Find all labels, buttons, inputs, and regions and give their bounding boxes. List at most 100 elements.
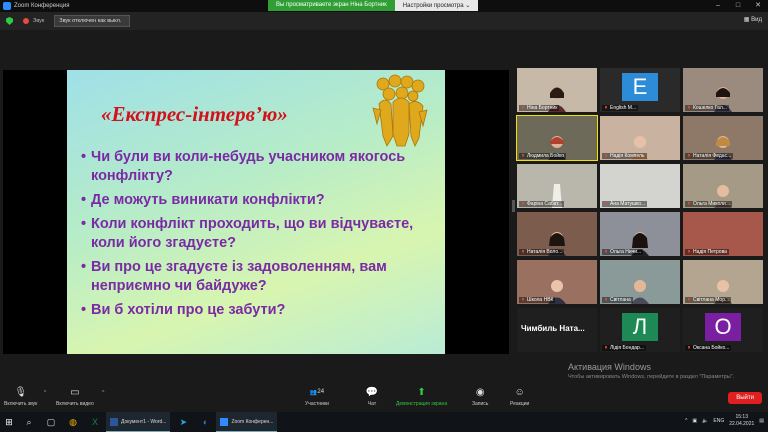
activation-subtitle: Чтобы активировать Windows, перейдите в … [568,374,735,380]
chrome-icon[interactable]: ◍ [62,412,84,432]
zoom-icon [220,417,229,426]
viewing-screen-label: Вы просматриваете экран Ніна Бортник [268,0,395,11]
video-options-chevron-icon[interactable]: ^ [102,390,104,396]
muted-mic-icon [688,297,690,301]
clock-time: 15:13 [735,414,748,420]
participant-name: Наталія Федас... [693,153,732,159]
presentation-slide: «Експрес-інтерв’ю» Чи були ви коли-небуд… [67,70,445,354]
participants-button[interactable]: 👥 24 Участники [305,386,329,407]
muted-mic-icon [605,105,607,109]
volume-icon[interactable]: 🔈 [702,418,708,424]
participant-tile[interactable]: Ніна Бортник [517,68,597,112]
window-title: Zoom Конференция [14,3,70,9]
network-icon[interactable]: ▣ [692,418,697,424]
taskbar-zoom-app[interactable]: Zoom Конферен... [216,412,278,432]
participant-tile[interactable]: Л Лідія Бондар... [600,308,680,352]
participant-name: Світлана Мор... [693,297,730,303]
participant-name: Чимбиль Ната... [521,324,585,333]
system-tray: ^ ▣ 🔈 ENG 15:13 22.04.2021 ▤ [685,414,764,428]
unmute-button[interactable]: 🎙 Включить звук [4,386,37,408]
participant-tile[interactable]: Школа НВК [517,260,597,304]
close-button[interactable]: ✕ [748,0,768,12]
record-indicator-icon [23,18,29,24]
audio-status-select[interactable]: Звук отключен как выкл. [54,15,131,27]
slide-bullet-list: Чи були ви коли-небудь учасником якогось… [81,148,431,325]
participant-tile[interactable]: Світлана Мор... [683,260,763,304]
record-button[interactable]: ◉ Запись [472,386,488,408]
slide-bullet: Ви б хотіли про це забути? [81,301,431,320]
edge-icon[interactable]: ◐ [194,412,216,432]
participant-tile[interactable]: E English M... [600,68,680,112]
participant-name: Фаріна Сабат... [527,201,563,207]
muted-mic-icon [688,153,690,157]
slide-bullet: Ви про це згадуєте із задоволенням, вам … [81,258,431,296]
talking-label: Звук [33,18,45,24]
muted-mic-icon [688,201,690,205]
participant-tile[interactable]: Кошелко Гал... [683,68,763,112]
muted-mic-icon [688,345,690,349]
clock[interactable]: 15:13 22.04.2021 [729,414,754,428]
participant-name: Надія Компель [610,153,645,159]
participant-tile[interactable]: Ана Матушко... [600,164,680,208]
reactions-button[interactable]: ☺ Реакции [510,386,529,408]
participant-tile[interactable]: Фаріна Сабат... [517,164,597,208]
maximize-button[interactable]: □ [728,0,748,12]
tray-overflow-icon[interactable]: ^ [685,418,687,424]
participant-avatar-letter: О [705,313,741,341]
muted-mic-icon [522,153,524,157]
participant-tile[interactable]: Світлана [600,260,680,304]
language-indicator[interactable]: ENG [713,418,724,424]
video-off-icon: ▭ [70,386,80,398]
clock-date: 22.04.2021 [729,421,755,427]
muted-mic-icon [688,249,690,253]
audio-options-chevron-icon[interactable]: ^ [44,390,46,396]
participant-tile[interactable]: Надія Петрова [683,212,763,256]
muted-mic-icon [605,249,607,253]
share-screen-icon: ⬆ [417,386,426,398]
chat-icon: 💬 [365,386,379,398]
windows-start-icon[interactable]: ⊞ [0,412,18,432]
telegram-icon[interactable]: ➤ [172,412,194,432]
meeting-toolbar: 🎙 Включить звук ^ ▭ Включить видео ^ 👥 24 Уч… [0,384,768,412]
participant-name: Ольга Ничи... [610,249,642,255]
start-video-button[interactable]: ▭ Включить видео [56,386,94,408]
slide-bullet: Де можуть виникати конфлікти? [81,191,431,210]
chat-button[interactable]: 💬 Чат [365,386,379,408]
participant-avatar-letter: E [622,73,658,101]
share-banner: Вы просматриваете экран Ніна Бортник Нас… [268,0,479,11]
search-icon[interactable]: ⌕ [18,412,40,432]
participant-tile[interactable]: Наталія Федас... [683,116,763,160]
participant-name: Школа НВК [527,297,554,303]
participant-tile[interactable]: Ольга Ничи... [600,212,680,256]
participant-name: Людмила Бойко [527,153,565,159]
view-button[interactable]: ▦ Вид [744,16,762,23]
participant-gallery: Ніна Бортник E English M... Кошелко Гал..… [516,68,767,358]
windows-activation-watermark: Активация Windows Чтобы активировать Win… [568,362,748,381]
participant-tile[interactable]: О Оксана Бойко... [683,308,763,352]
split-resize-handle[interactable] [512,200,515,212]
participant-name: Ніна Бортник [527,105,558,111]
task-view-icon[interactable]: ▢ [40,412,62,432]
muted-mic-icon [522,297,524,301]
participant-name: Наталія Воло... [527,249,563,255]
notifications-icon[interactable]: ▤ [759,418,764,424]
participant-tile-active-speaker[interactable]: Людмила Бойко [516,115,598,161]
excel-icon[interactable]: X [84,412,106,432]
leave-meeting-button[interactable]: Выйти [728,392,762,404]
participant-tile[interactable]: Ольга Миколи... [683,164,763,208]
minimize-button[interactable]: – [708,0,728,12]
muted-mic-icon [605,345,607,349]
participant-tile[interactable]: Наталія Воло... [517,212,597,256]
view-options-button[interactable]: Настройки просмотра ⌄ [394,0,479,11]
participant-name: Ана Матушко... [610,201,646,207]
participant-tile[interactable]: Чимбиль Ната... [517,308,597,352]
taskbar-word-app[interactable]: Документ1 - Word... [106,412,171,432]
security-shield-icon[interactable] [6,17,13,25]
participant-tile[interactable]: Надія Компель [600,116,680,160]
participant-name: Ольга Миколи... [693,201,730,207]
muted-mic-icon [522,249,524,253]
share-screen-button[interactable]: ⬆ Демонстрация экрана [396,386,447,408]
windows-taskbar: ⊞ ⌕ ▢ ◍ X Документ1 - Word... ➤ ◐ Zoom К… [0,412,768,432]
participant-name: English M... [610,105,637,111]
word-icon [110,417,118,426]
